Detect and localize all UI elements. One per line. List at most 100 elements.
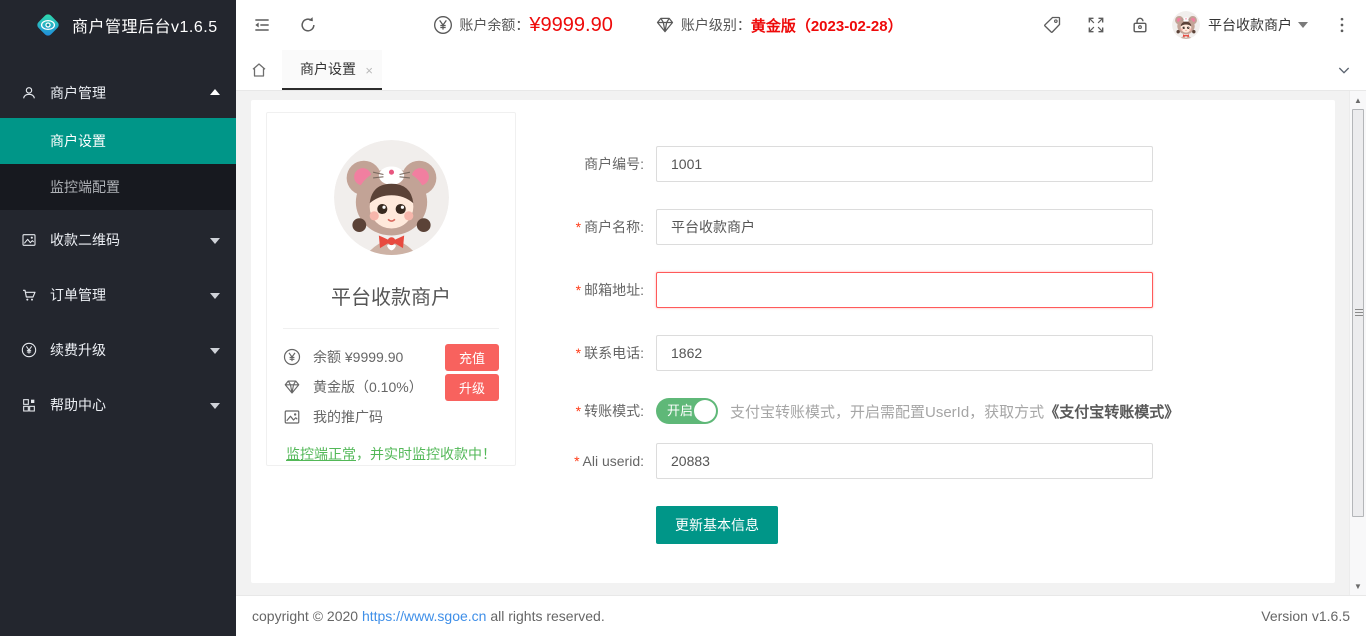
transfer-mode-doc-link[interactable]: 《支付宝转账模式》 [1044, 404, 1179, 421]
email-label: *邮箱地址: [506, 280, 656, 300]
fullscreen-icon[interactable] [1086, 15, 1106, 35]
chevron-down-icon [1336, 62, 1352, 78]
level-text: 黄金版（0.10%） [313, 377, 423, 397]
qrcode-image-icon [21, 232, 37, 248]
account-balance-label: 账户余额： [459, 15, 529, 35]
merchant-name-input[interactable] [656, 209, 1153, 245]
sidebar-item-orders[interactable]: 订单管理 [0, 270, 236, 320]
header-tools: 平台收款商户 [1018, 11, 1352, 39]
cart-icon [21, 287, 37, 303]
phone-input[interactable] [656, 335, 1153, 371]
merchant-id-input[interactable] [656, 146, 1153, 182]
tab-label: 商户设置 [300, 59, 356, 79]
user-menu[interactable]: 平台收款商户 [1172, 11, 1308, 39]
merchant-admin-app: 商户管理后台v1.6.5 商户管理 商户设置 监控端配置 [0, 0, 1366, 636]
transfer-mode-toggle[interactable]: 开启 [656, 398, 718, 424]
recharge-button[interactable]: 充值 [445, 344, 499, 371]
chevron-down-icon [210, 293, 220, 299]
merchant-profile-panel: 平台收款商户 余额 ¥9999.90 充值 黄金版（0.10%） 升级 [266, 112, 516, 466]
submenu-item-label: 商户设置 [50, 133, 106, 149]
form-row-phone: *联系电话: [506, 335, 1335, 371]
sidebar-item-renew-upgrade[interactable]: 续费升级 [0, 325, 236, 375]
update-basic-info-button[interactable]: 更新基本信息 [656, 506, 778, 544]
footer-site-link[interactable]: https://www.sgoe.cn [362, 608, 487, 624]
sidebar: 商户管理后台v1.6.5 商户管理 商户设置 监控端配置 [0, 0, 236, 636]
required-asterisk: * [574, 453, 579, 469]
chevron-down-icon [210, 403, 220, 409]
monitor-status: 监控端正常，并实时监控收款中！ [267, 444, 515, 464]
home-icon [250, 61, 268, 79]
sidebar-item-merchant-settings[interactable]: 商户设置 [0, 118, 236, 164]
form-row-ali-userid: *Ali userid: [506, 443, 1335, 479]
phone-label: *联系电话: [506, 343, 656, 363]
user-name: 平台收款商户 [1208, 15, 1292, 35]
toggle-knob [694, 400, 716, 422]
main-content: 平台收款商户 余额 ¥9999.90 充值 黄金版（0.10%） 升级 [236, 91, 1349, 595]
form-row-transfer-mode: *转账模式: 开启 支付宝转账模式，开启需配置UserId，获取方式《支付宝转账… [506, 398, 1335, 424]
email-input[interactable] [656, 272, 1153, 308]
account-level-label: 账户级别： [681, 15, 751, 35]
app-logo-bar: 商户管理后台v1.6.5 [0, 0, 236, 50]
merchant-name-label: *商户名称: [506, 217, 656, 237]
refresh-icon[interactable] [298, 15, 318, 35]
ali-userid-label: *Ali userid: [506, 453, 656, 469]
submenu-item-label: 监控端配置 [50, 179, 120, 195]
required-asterisk: * [576, 345, 581, 361]
merchant-settings-form: 商户编号: *商户名称: *邮箱地址: *联系电话: *转账模式: [506, 146, 1335, 544]
required-asterisk: * [576, 219, 581, 235]
close-icon[interactable]: × [365, 64, 373, 77]
tag-icon[interactable] [1042, 15, 1062, 35]
merchant-settings-card: 平台收款商户 余额 ¥9999.90 充值 黄金版（0.10%） 升级 [251, 100, 1335, 583]
chevron-down-icon [210, 348, 220, 354]
yen-circle-icon [283, 348, 301, 366]
balance-row: 余额 ¥9999.90 充值 [283, 342, 499, 372]
transfer-mode-help: 支付宝转账模式，开启需配置UserId，获取方式《支付宝转账模式》 [730, 401, 1179, 422]
form-row-merchant-id: 商户编号: [506, 146, 1335, 182]
form-row-email: *邮箱地址: [506, 272, 1335, 308]
account-balance-value: ¥9999.90 [529, 14, 612, 37]
monitor-status-link[interactable]: 监控端正常 [286, 446, 356, 462]
app-title: 商户管理后台v1.6.5 [72, 13, 218, 37]
tab-merchant-settings[interactable]: 商户设置 × [282, 50, 382, 90]
promo-image-icon [283, 408, 301, 426]
scrollbar-thumb[interactable] [1352, 109, 1364, 517]
merchant-id-label: 商户编号: [506, 154, 656, 174]
sidebar-item-monitor-config[interactable]: 监控端配置 [0, 164, 236, 210]
account-level-group: 账户级别： 黄金版（2023-02-28） [655, 15, 903, 36]
required-asterisk: * [576, 403, 581, 419]
gem-icon [655, 15, 675, 35]
footer: copyright © 2020 https://www.sgoe.cn all… [236, 595, 1366, 636]
scroll-up-arrow[interactable]: ▲ [1350, 92, 1366, 108]
sidebar-item-merchant-management[interactable]: 商户管理 [0, 68, 236, 118]
merchant-name: 平台收款商户 [267, 281, 515, 310]
account-level-value: 黄金版（2023-02-28） [751, 15, 903, 36]
vertical-scrollbar[interactable]: ▲ ▼ [1349, 91, 1366, 595]
sidebar-item-help-center[interactable]: 帮助中心 [0, 380, 236, 430]
account-balance-group: 账户余额： ¥9999.90 [433, 14, 612, 37]
more-dots-icon[interactable] [1332, 15, 1352, 35]
monitor-status-rest: ，并实时监控收款中！ [356, 446, 496, 462]
user-avatar [1172, 11, 1200, 39]
sidebar-item-qrcode[interactable]: 收款二维码 [0, 215, 236, 265]
tab-list-dropdown-button[interactable] [1322, 50, 1366, 90]
collapse-sidebar-icon[interactable] [252, 15, 272, 35]
version-text: Version v1.6.5 [1261, 608, 1350, 624]
lock-icon[interactable] [1130, 15, 1150, 35]
gem-icon [283, 378, 301, 396]
promo-text: 我的推广码 [313, 407, 383, 427]
promo-code-row[interactable]: 我的推广码 [283, 402, 499, 432]
yen-circle-icon [433, 15, 453, 35]
upgrade-button[interactable]: 升级 [445, 374, 499, 401]
grid-icon [21, 397, 37, 413]
copyright-text: copyright © 2020 https://www.sgoe.cn all… [252, 608, 605, 624]
sidebar-menu: 商户管理 商户设置 监控端配置 收款二维码 [0, 50, 236, 430]
sidebar-submenu-merchant: 商户设置 监控端配置 [0, 118, 236, 210]
scroll-down-arrow[interactable]: ▼ [1350, 578, 1366, 594]
level-row: 黄金版（0.10%） 升级 [283, 372, 499, 402]
chevron-up-icon [210, 89, 220, 95]
home-tab-button[interactable] [236, 50, 282, 90]
toggle-on-label: 开启 [667, 403, 693, 419]
scrollbar-grip [1355, 309, 1363, 317]
form-row-merchant-name: *商户名称: [506, 209, 1335, 245]
ali-userid-input[interactable] [656, 443, 1153, 479]
